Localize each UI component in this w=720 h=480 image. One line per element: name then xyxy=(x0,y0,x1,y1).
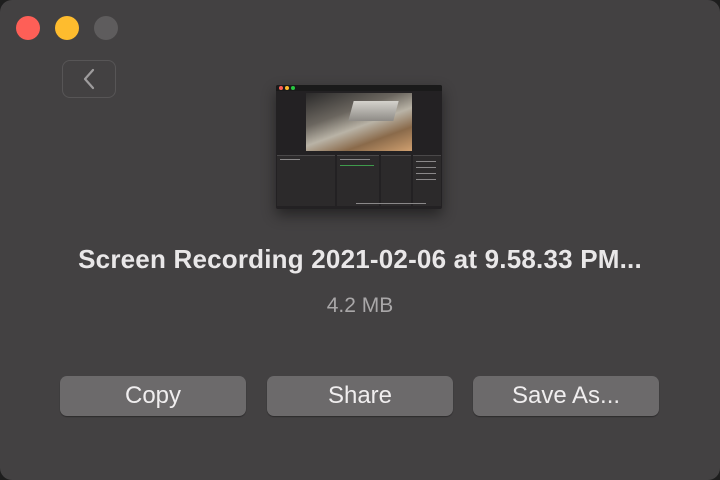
thumbnail-panel xyxy=(413,155,441,206)
file-size: 4.2 MB xyxy=(326,294,394,317)
share-sheet-window: Screen Recording 2021-02-06 at 9.58.33 P… xyxy=(0,0,720,480)
thumbnail-panel xyxy=(277,155,335,206)
back-button[interactable] xyxy=(62,60,116,98)
thumbnail-panel xyxy=(381,155,411,206)
thumbnail-titlebar xyxy=(276,85,442,91)
thumbnail-video-frame xyxy=(306,93,412,151)
window-controls xyxy=(16,16,118,40)
close-window-button[interactable] xyxy=(16,16,40,40)
chevron-left-icon xyxy=(83,68,95,90)
copy-button[interactable]: Copy xyxy=(60,376,246,416)
recording-thumbnail xyxy=(276,85,442,209)
thumbnail-panel xyxy=(337,155,379,206)
minimize-window-button[interactable] xyxy=(55,16,79,40)
share-button[interactable]: Share xyxy=(267,376,453,416)
zoom-window-button[interactable] xyxy=(94,16,118,40)
save-as-button[interactable]: Save As... xyxy=(473,376,659,416)
file-name: Screen Recording 2021-02-06 at 9.58.33 P… xyxy=(78,244,642,274)
